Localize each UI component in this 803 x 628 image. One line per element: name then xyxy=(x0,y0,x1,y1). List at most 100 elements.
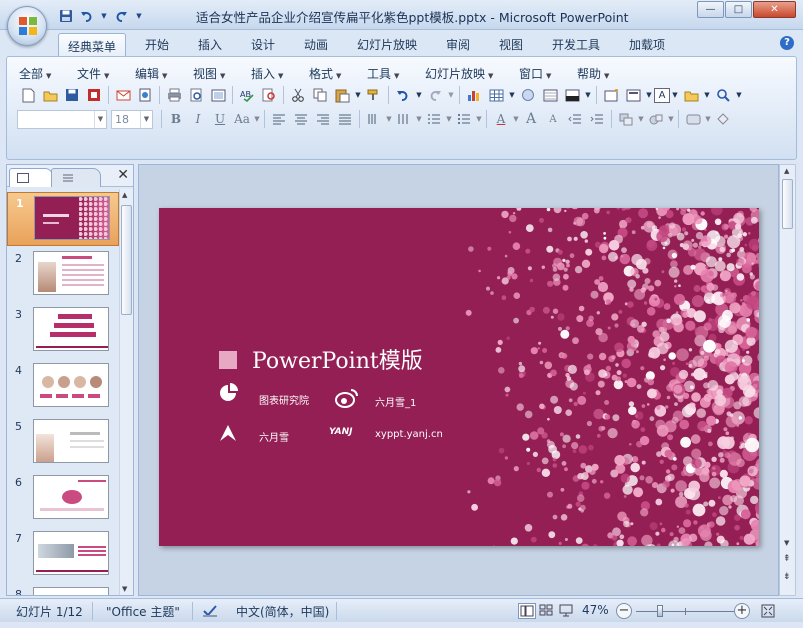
menu-help[interactable]: 帮助 ▼ xyxy=(577,65,609,82)
slideshow-button[interactable] xyxy=(558,603,576,619)
maximize-button[interactable]: □ xyxy=(725,1,752,18)
chevron-down-icon[interactable]: ▼ xyxy=(414,85,424,105)
publish-icon[interactable] xyxy=(134,85,156,105)
textbox-icon[interactable]: A xyxy=(654,87,670,103)
print-preview-icon[interactable] xyxy=(185,85,207,105)
zoom-in-button[interactable]: + xyxy=(734,603,750,619)
chevron-down-icon[interactable]: ▼ xyxy=(637,109,645,129)
menu-slideshow[interactable]: 幻灯片放映 ▼ xyxy=(425,65,493,82)
research-icon[interactable] xyxy=(258,85,280,105)
chevron-down-icon[interactable]: ▼ xyxy=(385,109,393,129)
spell-check-icon[interactable] xyxy=(202,604,218,618)
shrink-font-button[interactable]: A xyxy=(542,109,564,129)
scroll-down-icon[interactable]: ▼ xyxy=(784,539,789,547)
slide-thumbnail-3[interactable]: 3 xyxy=(7,304,119,358)
bold-button[interactable]: B xyxy=(165,109,187,129)
menu-file[interactable]: 文件 ▼ xyxy=(77,65,109,82)
thumbnails-scrollbar[interactable]: ▲ ▼ xyxy=(119,189,133,595)
zoom-out-button[interactable]: − xyxy=(616,603,632,619)
tab-developer[interactable]: 开发工具 xyxy=(552,36,600,53)
normal-view-button[interactable] xyxy=(518,603,536,619)
chevron-down-icon[interactable]: ▼ xyxy=(446,85,456,105)
close-button[interactable]: ✕ xyxy=(753,1,796,18)
layout-icon[interactable] xyxy=(622,85,644,105)
chevron-down-icon[interactable]: ▼ xyxy=(702,85,712,105)
fit-to-window-button[interactable] xyxy=(760,603,776,619)
chevron-down-icon[interactable]: ▼ xyxy=(94,110,106,128)
tab-insert[interactable]: 插入 xyxy=(198,36,222,53)
zoom-level[interactable]: 47% xyxy=(582,603,609,617)
minimize-button[interactable]: — xyxy=(697,1,724,18)
insert-table-icon[interactable] xyxy=(485,85,507,105)
tab-addins[interactable]: 加载项 xyxy=(629,36,665,53)
align-right-icon[interactable] xyxy=(312,109,334,129)
chevron-down-icon[interactable]: ▼ xyxy=(445,109,453,129)
align-center-icon[interactable] xyxy=(290,109,312,129)
zoom-slider-track[interactable] xyxy=(636,611,736,612)
permission-icon[interactable] xyxy=(83,85,105,105)
chevron-down-icon[interactable]: ▼ xyxy=(253,109,261,129)
slide-thumbnail-4[interactable]: 4 xyxy=(7,360,119,414)
align-left-icon[interactable] xyxy=(268,109,290,129)
customize-qat-icon[interactable]: ▼ xyxy=(134,8,144,24)
tab-review[interactable]: 审阅 xyxy=(446,36,470,53)
cut-icon[interactable] xyxy=(287,85,309,105)
office-button[interactable] xyxy=(7,6,47,46)
grid-icon[interactable] xyxy=(539,85,561,105)
font-name-combo[interactable]: ▼ xyxy=(17,109,107,129)
text-direction-icon[interactable] xyxy=(363,109,385,129)
zoom-icon[interactable] xyxy=(712,85,734,105)
tab-animation[interactable]: 动画 xyxy=(304,36,328,53)
tab-classic-menu[interactable]: 经典菜单 xyxy=(58,33,127,57)
slide-view-icon[interactable] xyxy=(207,85,229,105)
chevron-down-icon[interactable]: ▼ xyxy=(667,109,675,129)
numbering-icon[interactable] xyxy=(423,109,445,129)
underline-button[interactable]: U xyxy=(209,109,231,129)
language-indicator[interactable]: 中文(简体，中国) xyxy=(236,603,329,620)
slide-scrollbar[interactable]: ▲ ▼ ⇞ ⇟ xyxy=(779,164,796,596)
redo-icon[interactable] xyxy=(113,8,129,24)
chevron-down-icon[interactable]: ▼ xyxy=(583,85,593,105)
fill-icon[interactable] xyxy=(712,109,734,129)
chevron-down-icon[interactable]: ▼ xyxy=(507,85,517,105)
slide-sorter-button[interactable] xyxy=(538,603,556,619)
scroll-up-icon[interactable]: ▲ xyxy=(122,191,127,199)
chevron-down-icon[interactable]: ▼ xyxy=(100,8,108,24)
font-size-combo[interactable]: 18 ▼ xyxy=(111,109,153,129)
chevron-down-icon[interactable]: ▼ xyxy=(140,110,152,128)
scrollbar-thumb[interactable] xyxy=(121,205,132,315)
close-pane-icon[interactable]: ✕ xyxy=(117,167,129,183)
slide-thumbnail-5[interactable]: 5 xyxy=(7,416,119,470)
tab-slideshow[interactable]: 幻灯片放映 xyxy=(357,36,417,53)
chevron-down-icon[interactable]: ▼ xyxy=(670,85,680,105)
paste-icon[interactable] xyxy=(331,85,353,105)
justify-icon[interactable] xyxy=(334,109,356,129)
slide-thumbnail-1[interactable]: 1 xyxy=(7,192,119,246)
tab-design[interactable]: 设计 xyxy=(251,36,275,53)
chevron-down-icon[interactable]: ▼ xyxy=(704,109,712,129)
spelling-icon[interactable]: AB xyxy=(236,85,258,105)
chevron-down-icon[interactable]: ▼ xyxy=(512,109,520,129)
tab-outline[interactable] xyxy=(51,168,101,187)
scrollbar-thumb[interactable] xyxy=(782,179,793,229)
slide-thumbnail-7[interactable]: 7 xyxy=(7,528,119,582)
shape-style-icon[interactable] xyxy=(682,109,704,129)
chevron-down-icon[interactable]: ▼ xyxy=(353,85,363,105)
menu-edit[interactable]: 编辑 ▼ xyxy=(135,65,167,82)
column-icon[interactable] xyxy=(393,109,415,129)
menu-format[interactable]: 格式 ▼ xyxy=(309,65,341,82)
color-grayscale-icon[interactable] xyxy=(561,85,583,105)
tab-view[interactable]: 视图 xyxy=(499,36,523,53)
redo-icon[interactable] xyxy=(424,85,446,105)
undo-icon[interactable] xyxy=(392,85,414,105)
new-slide-icon[interactable] xyxy=(600,85,622,105)
chevron-down-icon[interactable]: ▼ xyxy=(415,109,423,129)
font-color-button[interactable]: A xyxy=(490,109,512,129)
scroll-up-icon[interactable]: ▲ xyxy=(784,167,789,175)
clipart-icon[interactable] xyxy=(517,85,539,105)
char-spacing-button[interactable]: Aa xyxy=(231,109,253,129)
zoom-slider-thumb[interactable] xyxy=(656,605,663,617)
slide-thumbnail-6[interactable]: 6 xyxy=(7,472,119,526)
undo-icon[interactable] xyxy=(79,8,95,24)
decrease-indent-icon[interactable] xyxy=(564,109,586,129)
